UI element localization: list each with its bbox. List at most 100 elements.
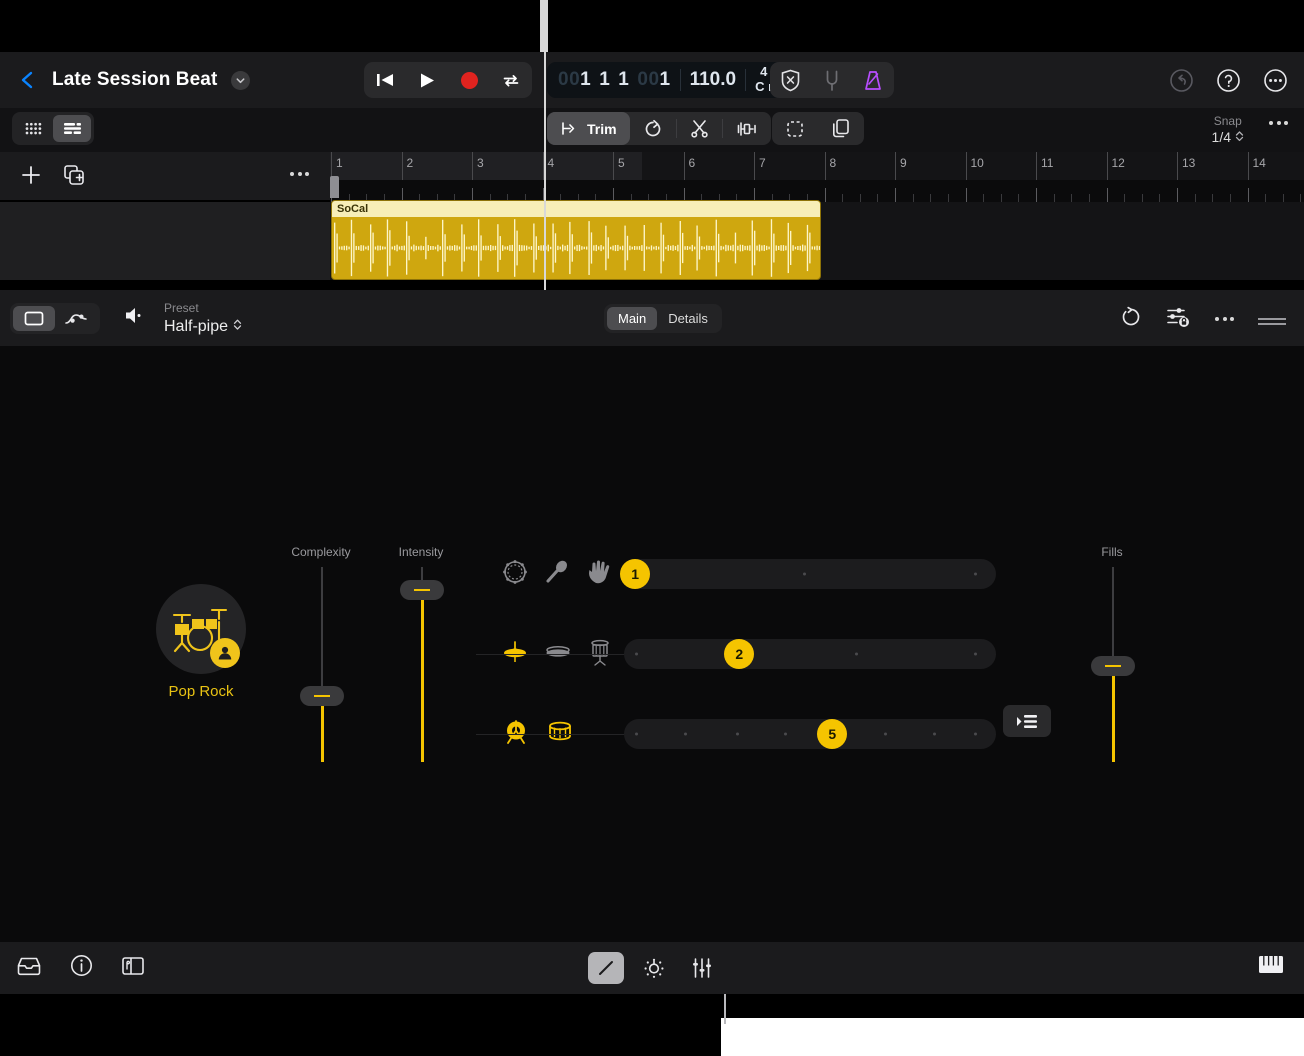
scissors-tool-button[interactable] [677, 112, 722, 145]
marquee-select-icon[interactable] [772, 112, 818, 145]
level-bar[interactable]: 1 [620, 559, 996, 589]
keyboard-icon[interactable] [1258, 954, 1284, 980]
ruler-tick [1300, 194, 1302, 202]
lcd-div: 1 [618, 69, 630, 90]
playhead[interactable] [544, 0, 546, 290]
ruler-tick [1018, 194, 1020, 202]
ruler-bar-number: 1 [336, 156, 343, 170]
lcd-bars: 1 [580, 69, 592, 90]
slider-label-fills: Fills [1101, 545, 1123, 559]
slider-fill [421, 590, 424, 762]
back-chevron-icon[interactable] [18, 70, 38, 90]
track-list-more-icon[interactable] [290, 172, 309, 176]
ruler-tick [1106, 188, 1108, 202]
ruler-bar-number: 12 [1111, 156, 1125, 170]
ruler-tick [895, 188, 896, 202]
preset-control[interactable]: Preset Half-pipe [164, 300, 242, 338]
speaker-icon[interactable] [124, 306, 146, 330]
cycle-loop-icon[interactable] [496, 67, 526, 93]
undo-icon[interactable] [1169, 68, 1194, 93]
editor-more-icon[interactable] [1215, 317, 1234, 321]
transport-controls [364, 62, 532, 98]
duplicate-track-icon[interactable] [63, 164, 86, 191]
track-header[interactable]: 1 SoCal M S [0, 202, 330, 468]
cycle-range[interactable] [330, 152, 642, 180]
ruler-tick [912, 194, 914, 202]
ruler-bar-number: 13 [1182, 156, 1196, 170]
tambourine-icon[interactable] [502, 559, 528, 590]
library-icon[interactable] [16, 955, 42, 982]
loop-tool-button[interactable] [630, 112, 676, 145]
snap-control[interactable]: Snap 1/4 [1212, 108, 1244, 152]
tracks-view-icon[interactable] [53, 115, 91, 142]
view-toggle-group [12, 112, 94, 145]
level-tick [932, 732, 936, 736]
clap-hands-icon[interactable] [586, 559, 614, 590]
tuning-fork-icon[interactable] [816, 65, 848, 95]
drummer-avatar-icon[interactable] [156, 584, 246, 674]
level-bar[interactable]: 5 [624, 719, 996, 749]
mixer-tool-icon[interactable] [684, 952, 720, 984]
play-icon[interactable] [412, 67, 442, 93]
brightness-tool-icon[interactable] [636, 952, 672, 984]
level-tick [635, 732, 639, 736]
level-bar[interactable]: 2 [624, 639, 996, 669]
drag-handle-icon[interactable] [1258, 318, 1286, 325]
drummer-name: Pop Rock [168, 683, 234, 700]
editor-view-toggle [10, 303, 100, 334]
shaker-icon[interactable] [544, 559, 570, 590]
ruler-bar-number: 2 [406, 156, 414, 170]
toolbar-more-icon[interactable] [1269, 121, 1288, 125]
level-badge[interactable]: 2 [724, 639, 755, 669]
mode-buttons-group [770, 62, 894, 98]
plus-icon[interactable] [20, 164, 42, 191]
trim-tool-button[interactable]: Trim [547, 112, 630, 145]
region-view-icon[interactable] [13, 306, 55, 331]
duplicate-icon[interactable] [818, 112, 864, 145]
chevron-down-icon[interactable] [231, 70, 251, 90]
chevron-up-down-icon [233, 316, 242, 338]
ruler-bar-number: 10 [970, 156, 984, 170]
ruler-bar-number: 3 [477, 156, 484, 170]
grid-view-icon[interactable] [15, 115, 53, 142]
slider-thumb[interactable] [400, 580, 444, 600]
pencil-tool-icon[interactable] [588, 952, 624, 984]
audio-region[interactable]: SoCal [331, 200, 821, 280]
record-icon[interactable] [454, 67, 484, 93]
level-tick [973, 652, 977, 656]
pattern-list-button[interactable] [1003, 705, 1051, 737]
status-area [0, 0, 1304, 52]
ruler-tick [965, 188, 967, 202]
tab-details[interactable]: Details [657, 307, 719, 330]
tab-main[interactable]: Main [607, 307, 658, 330]
shield-x-icon[interactable] [775, 65, 807, 95]
split-region-tool-button[interactable] [723, 112, 771, 145]
rewind-to-start-icon[interactable] [370, 67, 400, 93]
automation-curve-icon[interactable] [55, 306, 97, 331]
ruler-bar-number: 7 [759, 156, 766, 170]
snap-value: 1/4 [1211, 128, 1231, 145]
lcd-display[interactable]: 001 1 1 001 110.0 4 / 4 C maj [547, 62, 802, 98]
level-badge[interactable]: 5 [817, 719, 848, 749]
ruler[interactable]: 12345678910111213141516 [330, 152, 1304, 180]
ruler-tick [1159, 194, 1161, 202]
project-title-group: Late Session Beat [0, 69, 251, 91]
ruler-bar-number: 5 [618, 156, 625, 170]
level-tick [683, 732, 687, 736]
slider-thumb[interactable] [1091, 656, 1135, 676]
regenerate-icon[interactable] [1120, 306, 1142, 333]
trim-tool-label: Trim [587, 120, 617, 137]
lcd-bars-dim: 00 [558, 69, 581, 90]
info-icon[interactable] [70, 954, 93, 982]
preset-value-group: Half-pipe [164, 316, 242, 338]
settings-lock-icon[interactable] [1166, 306, 1191, 333]
slider-thumb[interactable] [300, 686, 344, 706]
more-circle-icon[interactable] [1263, 68, 1288, 93]
preset-value: Half-pipe [164, 318, 229, 336]
drummer-avatar-group[interactable]: Pop Rock [156, 584, 246, 700]
help-circle-icon[interactable] [1216, 68, 1241, 93]
panel-layout-icon[interactable] [121, 956, 145, 981]
metronome-icon[interactable] [857, 65, 889, 95]
cycle-start-marker[interactable] [330, 176, 339, 198]
level-badge[interactable]: 1 [620, 559, 651, 589]
